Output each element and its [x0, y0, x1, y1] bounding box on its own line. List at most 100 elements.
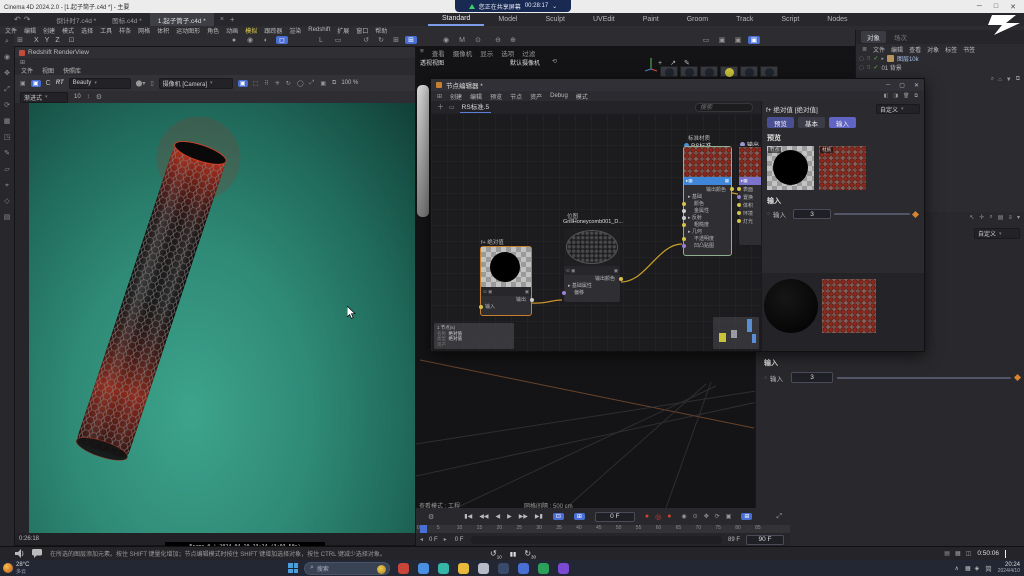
material-thumbnail[interactable] [760, 66, 778, 77]
taskbar-app-icon[interactable] [438, 563, 449, 574]
node-option-icon[interactable]: ⊙ ▣ [483, 289, 492, 295]
panel-corner-icon[interactable]: ◧ [884, 93, 889, 99]
ime-indicator[interactable]: 简 [985, 563, 992, 573]
rt-toggle[interactable]: RT [56, 80, 64, 86]
standard-material-node[interactable]: ▸▦▦ 输出颜色 ▸ 基础 颜色 [683, 146, 732, 256]
maximize-button[interactable]: □ [994, 3, 998, 10]
abs-value-node[interactable]: ⊙ ▣▣ 输出 输入 [480, 246, 532, 316]
input-port[interactable] [682, 223, 686, 227]
renderview-tool-icon[interactable]: ⧉ [332, 80, 336, 87]
coord-system-icon[interactable]: ⊡ [66, 36, 78, 44]
tool-icon[interactable]: ⟳ [4, 102, 10, 109]
axis-lock-button[interactable]: Y [45, 37, 50, 44]
minimize-button[interactable]: ─ [977, 3, 982, 10]
tool-icon[interactable]: ⌖ [5, 182, 9, 189]
enabled-check-icon[interactable]: ✓ [873, 64, 878, 71]
panel-corner-icon[interactable]: ◨ [893, 93, 898, 99]
input-port[interactable] [682, 237, 686, 241]
taskbar-app-icon[interactable] [458, 563, 469, 574]
progressive-dropdown[interactable]: 渐进式▾ [20, 92, 68, 103]
output-selected-row[interactable]: ▸▦▦ [739, 177, 761, 185]
renderview-tool-icon[interactable]: ✳ [275, 80, 280, 87]
slider-handle[interactable] [912, 210, 919, 217]
tray-icon[interactable]: ◈ [975, 565, 980, 572]
tool-icon[interactable]: ⌕ [5, 38, 9, 45]
close-button[interactable]: ✕ [1010, 3, 1016, 11]
attribute-header-icon[interactable]: ✛ [979, 214, 984, 221]
record-button[interactable]: ● [645, 513, 649, 520]
tool-icon[interactable]: ▦ [4, 118, 11, 125]
frame-icon[interactable]: ▭ [449, 104, 455, 111]
range-scrollbar[interactable] [471, 536, 722, 544]
timeline-expand-icon[interactable]: ⤢ [776, 513, 782, 521]
render-output-image[interactable] [29, 103, 415, 533]
range-end-value[interactable]: 89 F [728, 537, 740, 543]
tool-icon[interactable]: ✥ [4, 70, 10, 77]
frame-dec-icon[interactable]: ◂ [420, 536, 423, 543]
node-preview-thumb[interactable]: 节点 [767, 146, 814, 190]
layout-tab[interactable]: Sculpt [532, 13, 579, 26]
input-slider[interactable] [837, 377, 1011, 379]
render-button[interactable]: ◐ [260, 37, 272, 44]
output-port-row[interactable]: 环境 [739, 209, 761, 217]
port-circle-icon[interactable]: ○ [767, 211, 770, 217]
object-name[interactable]: 01 背景 [881, 63, 901, 72]
standard-port-row[interactable]: ▸ 反射 [684, 214, 731, 221]
transport-button[interactable]: ▮◀ [464, 513, 472, 520]
window-layout-button[interactable]: ▣ [732, 36, 744, 44]
large-node-preview[interactable] [764, 279, 818, 333]
taskbar-app-icon[interactable] [558, 563, 569, 574]
input-value-field[interactable]: 3 [793, 209, 831, 219]
input-port[interactable] [682, 209, 686, 213]
burger-icon[interactable]: ⊞ [437, 93, 442, 100]
tool-icon[interactable]: ⤢ [4, 86, 10, 93]
expand-arrow-icon[interactable]: ▸ [881, 56, 884, 62]
slider-handle[interactable] [1014, 374, 1021, 381]
node-editor-menu-item[interactable]: Debug [550, 93, 568, 99]
chat-bubble-icon[interactable] [32, 549, 42, 558]
transport-button[interactable]: ◀◀ [479, 513, 488, 520]
attribute-header-icon[interactable]: ≡ [1008, 215, 1012, 221]
skip-back-icon[interactable]: ↺10 [490, 549, 502, 560]
output-port[interactable] [530, 298, 534, 302]
renderview-settings-icon[interactable]: ⚙ [96, 93, 102, 101]
frame-inc-icon[interactable]: ▸ [444, 536, 447, 543]
node-option-icon[interactable]: ⊙ ▣ [566, 268, 575, 274]
output-port[interactable] [730, 187, 734, 191]
input-slider[interactable] [834, 213, 910, 215]
bitmap-port-row[interactable]: 偏移 [564, 289, 620, 296]
window-layout-button[interactable]: ▣ [716, 36, 728, 44]
document-tab[interactable]: 倒计时7.c4d * [48, 13, 104, 26]
large-material-preview[interactable] [822, 279, 876, 333]
renderview-menu-item[interactable]: 视图 [42, 66, 54, 75]
input-value-field[interactable]: 3 [791, 372, 833, 383]
loop-toggle-icon[interactable]: ⊡ [553, 513, 564, 520]
snapshot-save-icon[interactable]: ▣ [20, 80, 26, 87]
node-editor-menu-item[interactable]: 模式 [576, 92, 588, 101]
burger-icon[interactable]: ≡ [420, 48, 424, 58]
output-port[interactable] [619, 277, 623, 281]
share-toolbar-icon[interactable]: ◫ [966, 550, 972, 557]
node-editor-menu-item[interactable]: 预览 [490, 92, 502, 101]
current-frame-field[interactable]: 0 F [595, 512, 635, 522]
taskbar-search[interactable]: ⌕ 搜索 [304, 562, 390, 575]
renderview-tool-icon[interactable]: ⠿ [264, 80, 268, 87]
object-manager-menu-item[interactable]: 文件 [873, 45, 885, 54]
viewport-menu-item[interactable]: 摄像机 [453, 48, 473, 58]
object-manager-menu-item[interactable]: 书签 [963, 45, 975, 54]
keyframe-toggle[interactable]: ⟳ [715, 513, 720, 520]
layout-tab[interactable]: Model [484, 13, 531, 26]
range-total-field[interactable]: 90 F [746, 535, 784, 545]
taskbar-app-icon[interactable] [518, 563, 529, 574]
render-pass-dropdown[interactable]: Beauty▾ [69, 78, 131, 89]
input-port[interactable] [737, 211, 741, 215]
attribute-header-icon[interactable]: ↖ [969, 214, 974, 221]
zoom-button[interactable]: ⊕ [507, 36, 519, 44]
taskbar-app-icon[interactable] [478, 563, 489, 574]
viewport-menu-item[interactable]: 显示 [480, 48, 493, 58]
timeline-settings-icon[interactable]: ⚙ [428, 513, 434, 521]
tab-close-icon[interactable]: × [220, 16, 224, 23]
node-search-input[interactable] [695, 103, 753, 112]
renderview-tool-icon[interactable]: ⬚ [253, 80, 259, 87]
misc-button[interactable]: M [456, 37, 468, 44]
